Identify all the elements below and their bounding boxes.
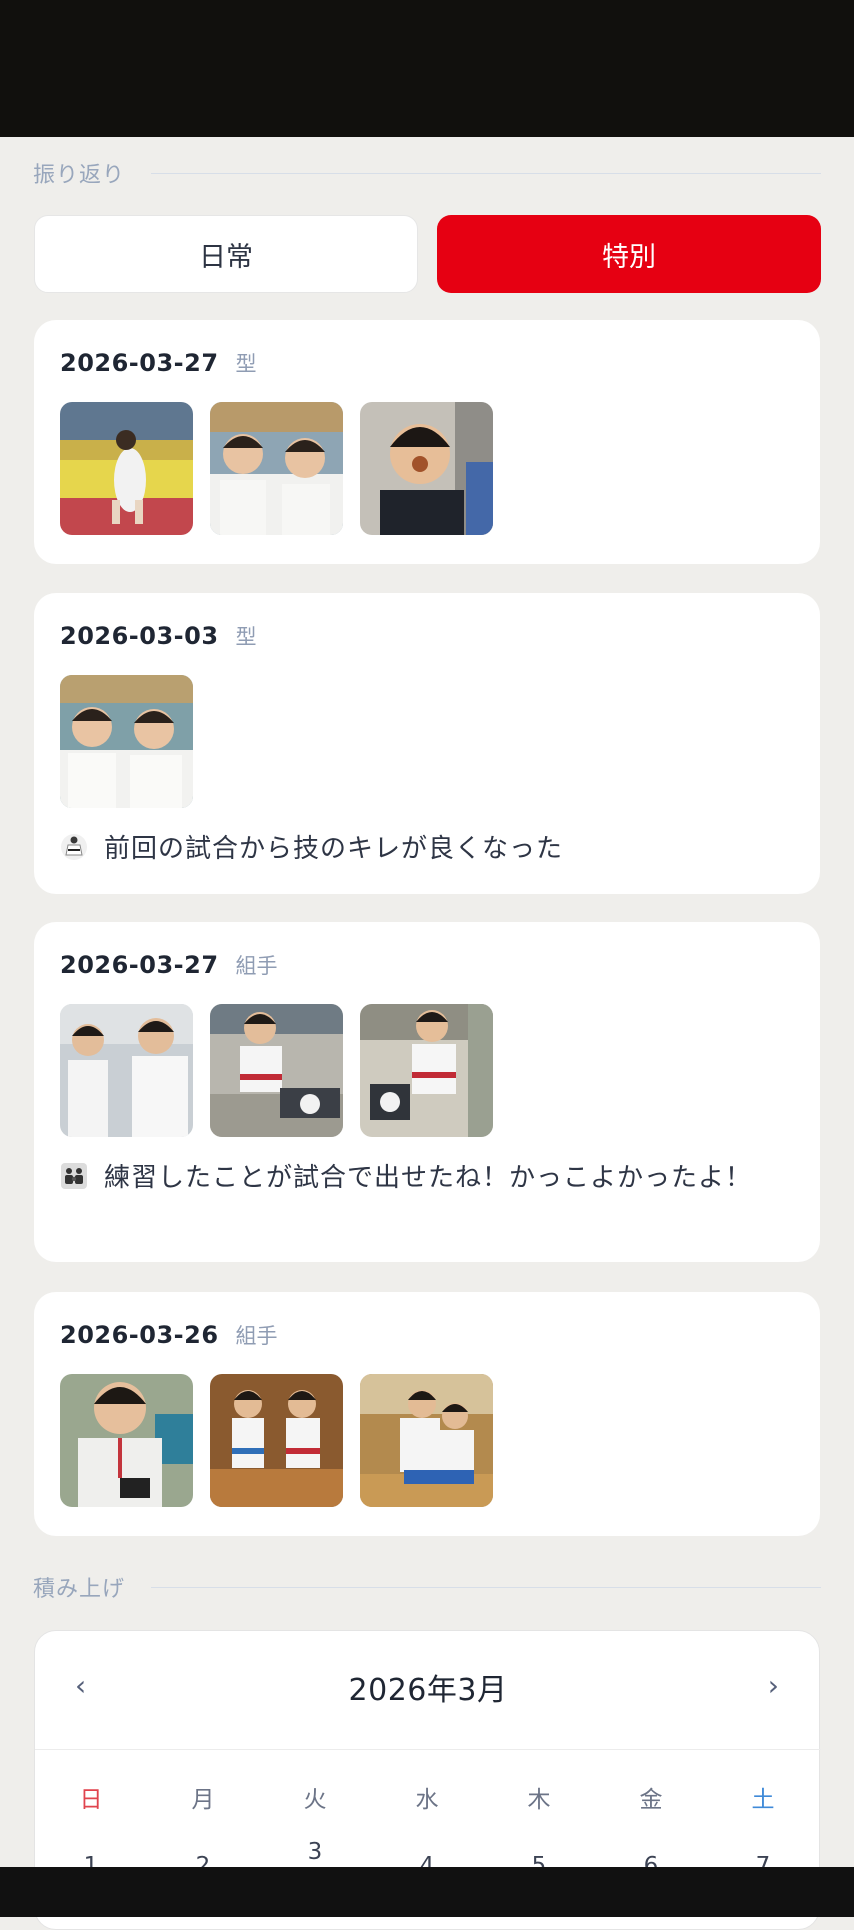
record-type: 型: [235, 352, 257, 376]
record-card[interactable]: 2026-03-27 組手 練習したことが試合で出せたね！かっこよかったよ！: [34, 922, 820, 1262]
section-title: 積み上げ: [33, 1577, 126, 1602]
family-icon: [60, 1162, 88, 1190]
photo-thumbnail[interactable]: [60, 402, 193, 535]
reflection-section-header: 振り返り: [33, 157, 821, 189]
record-card[interactable]: 2026-03-26 組手: [34, 1292, 820, 1536]
photo-thumbnail[interactable]: [210, 402, 343, 535]
record-date: 2026-03-26: [60, 1321, 219, 1349]
record-card[interactable]: 2026-03-27 型: [34, 320, 820, 564]
navigation-bar-area: [0, 1867, 854, 1917]
calendar-month-label: 2026年3月: [348, 1673, 508, 1708]
photo-thumbnail[interactable]: [360, 1004, 493, 1137]
weekday-wed: 水: [415, 1787, 439, 1813]
photo-thumbnail[interactable]: [210, 1374, 343, 1507]
section-divider: [151, 1586, 821, 1588]
weekday-tue: 火: [303, 1787, 327, 1813]
karate-gi-icon: [60, 833, 88, 861]
weekday-sun: 日: [79, 1787, 103, 1813]
record-date: 2026-03-27: [60, 951, 219, 979]
tab-daily[interactable]: 日常: [34, 215, 418, 293]
weekday-mon: 月: [191, 1787, 215, 1813]
record-note: 練習したことが試合で出せたね！かっこよかったよ！: [60, 1158, 780, 1198]
photo-thumbnail[interactable]: [60, 1374, 193, 1507]
record-type: 組手: [235, 1324, 278, 1348]
record-note: 前回の試合から技のキレが良くなった: [60, 829, 780, 869]
calendar-divider: [35, 1749, 821, 1750]
record-date: 2026-03-27: [60, 349, 219, 377]
accumulation-section-header: 積み上げ: [33, 1571, 821, 1603]
status-bar-area: [0, 0, 854, 137]
photo-thumbnail[interactable]: [360, 402, 493, 535]
note-text: 練習したことが試合で出せたね！かっこよかったよ！: [104, 1163, 753, 1193]
weekday-sat: 土: [751, 1787, 775, 1813]
record-card[interactable]: 2026-03-03 型 前回の試合から技のキレが良くなった: [34, 593, 820, 894]
photo-thumbnail[interactable]: [60, 1004, 193, 1137]
calendar-day[interactable]: 3: [259, 1839, 371, 1865]
next-month-button[interactable]: ›: [768, 1669, 779, 1702]
weekday-fri: 金: [639, 1787, 663, 1813]
section-divider: [151, 172, 821, 174]
photo-thumbnail[interactable]: [360, 1374, 493, 1507]
category-tabs: 日常 特別: [34, 215, 821, 293]
photo-thumbnail[interactable]: [60, 675, 193, 808]
photo-thumbnail[interactable]: [210, 1004, 343, 1137]
tab-special[interactable]: 特別: [437, 215, 821, 293]
record-type: 型: [235, 625, 257, 649]
weekday-thu: 木: [527, 1787, 551, 1813]
section-title: 振り返り: [33, 163, 126, 188]
record-date: 2026-03-03: [60, 622, 219, 650]
record-type: 組手: [235, 954, 278, 978]
note-text: 前回の試合から技のキレが良くなった: [104, 834, 564, 864]
